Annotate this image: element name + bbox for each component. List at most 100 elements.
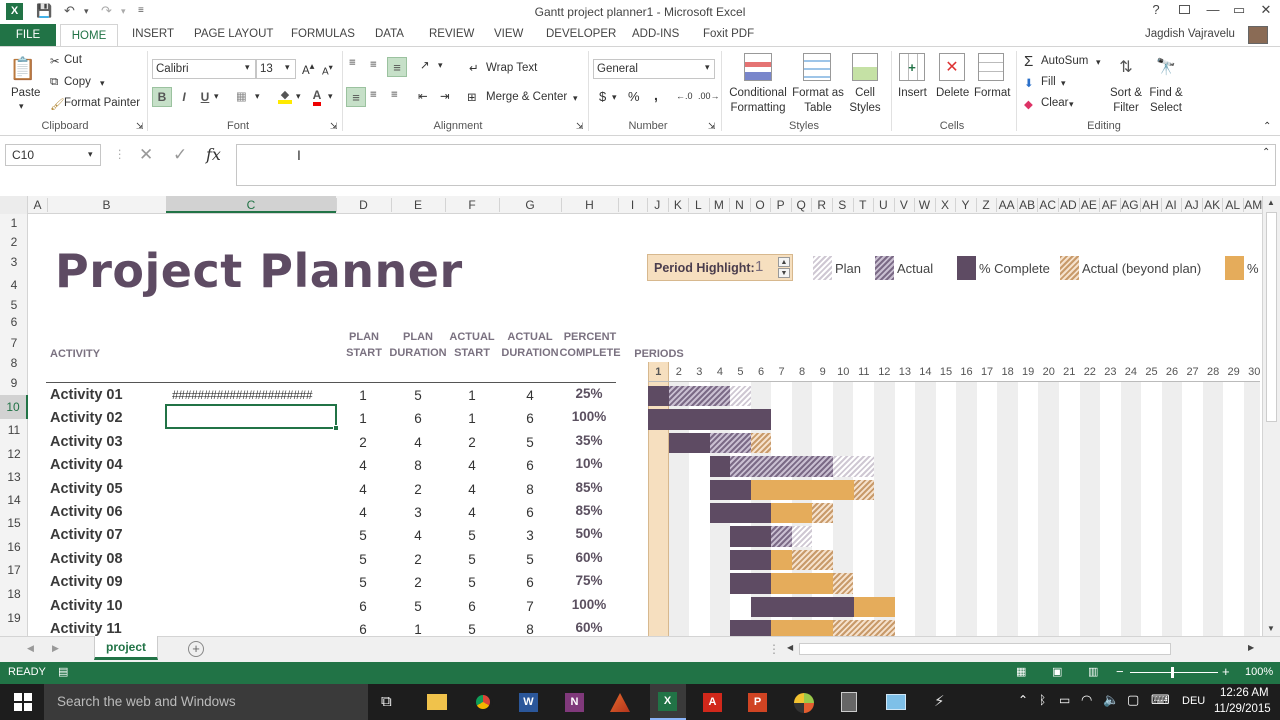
format-painter-button[interactable]: Format Painter [64,97,140,109]
merge-dropdown-icon[interactable]: ▾ [573,93,578,104]
period-spin-down-icon[interactable]: ▼ [778,268,790,278]
column-header[interactable]: AL [1222,198,1243,212]
font-launcher-icon[interactable]: ⇲ [330,121,338,132]
tab-file[interactable]: FILE [0,24,56,46]
column-header[interactable]: AJ [1181,198,1202,212]
currency-dropdown-icon[interactable]: ▾ [612,92,617,103]
column-header[interactable]: A [28,198,47,212]
clear-dropdown-icon[interactable]: ▾ [1069,99,1074,110]
word-icon[interactable]: W [519,693,538,712]
period-highlight-value[interactable]: 1 [755,258,763,275]
format-as-table-icon[interactable] [803,53,831,81]
select-all-corner[interactable] [0,196,28,214]
tab-add-ins[interactable]: ADD-INS [632,28,679,40]
file-explorer-icon[interactable] [427,694,447,710]
column-header[interactable]: X [935,198,956,212]
grow-font-icon[interactable]: A▴ [302,61,314,77]
tab-review[interactable]: REVIEW [429,28,474,40]
font-name-select[interactable]: Calibri [152,59,256,79]
align-right-icon[interactable]: ≡ [391,89,398,101]
name-box[interactable]: C10 [5,144,101,166]
autosum-dropdown-icon[interactable]: ▾ [1096,57,1101,68]
hscroll-left-icon[interactable]: ◀ [787,643,793,652]
format-painter-icon[interactable]: 🖌 [50,97,65,111]
comma-button[interactable]: , [654,87,658,103]
row-header[interactable]: 9 [0,372,28,395]
column-header[interactable]: V [894,198,915,212]
format-as-table-button[interactable]: Format as Table [792,86,844,116]
orientation-icon[interactable]: ↗ [420,58,430,72]
selected-cell-c10[interactable] [165,404,337,429]
underline-dropdown-icon[interactable]: ▾ [214,91,219,102]
font-size-select[interactable]: 13 [256,59,296,79]
copy-icon[interactable]: ⧉ [50,76,58,89]
volume-icon[interactable]: 🔈 [1103,692,1119,708]
horizontal-scrollbar[interactable]: ◀ ▶ [783,641,1261,657]
prev-sheet-icon[interactable]: ◀ [27,643,34,654]
normal-view-icon[interactable]: ▦ [1016,665,1026,678]
delete-cells-icon[interactable]: ✕ [939,53,965,81]
collapse-ribbon-icon[interactable]: ⌃ [1263,121,1271,132]
help-button[interactable]: ? [1142,2,1170,17]
cancel-icon[interactable]: ✕ [139,145,153,165]
clear-icon[interactable]: ◆ [1024,97,1033,111]
worksheet-grid[interactable]: Project Planner Period Highlight: 1 ▲ ▼ … [28,214,1260,636]
autosum-button[interactable]: AutoSum [1041,55,1088,67]
format-cells-button[interactable]: Format [974,87,1010,99]
notifications-icon[interactable]: ▢ [1127,692,1139,708]
number-format-select[interactable]: General [593,59,715,79]
sheet-tabs-splitter-icon[interactable]: ⋮ [768,642,780,656]
column-header[interactable]: AC [1037,198,1058,212]
cut-icon[interactable]: ✂ [50,54,60,68]
vertical-scrollbar[interactable]: ▲ ▼ [1262,196,1280,636]
column-header[interactable]: K [668,198,689,212]
geogebra-icon[interactable] [794,693,814,713]
column-header[interactable]: AB [1017,198,1038,212]
column-header[interactable]: D [336,198,391,212]
row-header[interactable]: 11 [0,419,28,442]
row-header[interactable]: 19 [0,606,28,630]
tab-page-layout[interactable]: PAGE LAYOUT [194,28,273,40]
row-header[interactable]: 3 [0,252,28,273]
column-header[interactable]: F [445,198,499,212]
row-header[interactable]: 10 [0,395,28,419]
tab-home[interactable]: HOME [60,24,118,48]
zoom-slider[interactable] [1130,672,1218,673]
column-header[interactable]: Q [791,198,812,212]
borders-icon[interactable]: ▦ [236,89,247,103]
clear-button[interactable]: Clear [1041,97,1068,109]
find-select-icon[interactable]: 🔭 [1152,53,1180,81]
currency-button[interactable]: $ [599,89,606,104]
page-layout-view-icon[interactable]: ▣ [1052,665,1062,678]
fill-icon[interactable]: ⬇ [1024,76,1034,90]
column-header[interactable]: L [688,198,709,212]
clipboard-launcher-icon[interactable]: ⇲ [136,121,144,132]
keyboard-icon[interactable]: ⌨ [1151,692,1170,708]
column-header[interactable]: I [618,198,647,212]
period-spin-up-icon[interactable]: ▲ [778,257,790,267]
percent-button[interactable]: % [628,89,640,104]
row-header[interactable]: 14 [0,489,28,512]
column-header[interactable]: H [561,198,618,212]
enter-icon[interactable]: ✓ [173,145,187,165]
alignment-launcher-icon[interactable]: ⇲ [576,121,584,132]
column-header[interactable]: J [647,198,668,212]
avatar[interactable] [1248,26,1268,44]
column-header[interactable]: N [729,198,750,212]
number-format-dropdown-icon[interactable]: ▾ [705,62,710,73]
align-top-icon[interactable]: ≡ [349,57,356,69]
column-header[interactable]: R [811,198,832,212]
battery-icon[interactable]: ▭ [1059,693,1070,707]
format-cells-icon[interactable] [978,53,1004,81]
user-name[interactable]: Jagdish Vajravelu [1145,28,1235,40]
sheet-tab-project[interactable]: project [94,636,158,660]
windows-start-icon[interactable] [14,693,32,711]
paste-icon[interactable]: 📋 [8,53,38,85]
next-sheet-icon[interactable]: ▶ [52,643,59,654]
column-header[interactable]: G [499,198,561,212]
column-header[interactable]: AD [1058,198,1079,212]
matlab-icon[interactable] [610,693,630,712]
sort-filter-button[interactable]: Sort & Filter [1108,86,1144,116]
calculator-icon[interactable] [841,692,857,712]
scroll-up-icon[interactable]: ▲ [1267,198,1275,207]
